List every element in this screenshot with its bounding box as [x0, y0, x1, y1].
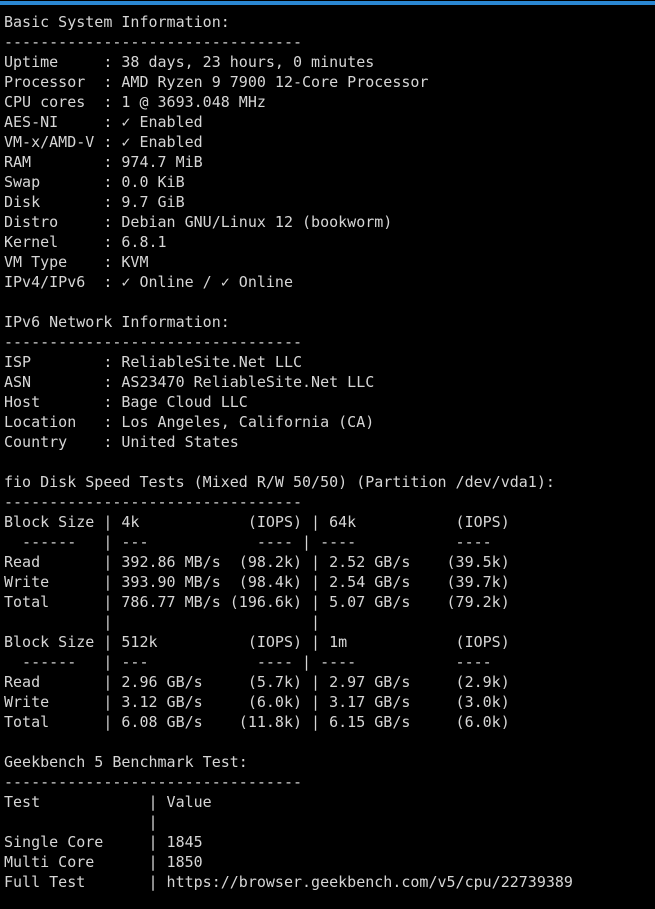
- fio-table-2-header: Block Size | 512k (IOPS) | 1m (IOPS): [4, 633, 510, 651]
- fio-table-2-row-total: Total | 6.08 GB/s (11.8k) | 6.15 GB/s (6…: [4, 713, 510, 731]
- section-heading-ipv6-network: IPv6 Network Information:: [4, 313, 230, 331]
- fio-table-1-header: Block Size | 4k (IOPS) | 64k (IOPS): [4, 513, 510, 531]
- row-aes-ni: AES-NI : ✓ Enabled: [4, 113, 203, 131]
- geekbench-row-single-core: Single Core | 1845: [4, 833, 203, 851]
- row-vm-type: VM Type : KVM: [4, 253, 149, 271]
- row-host: Host : Bage Cloud LLC: [4, 393, 248, 411]
- row-vm-x-amd-v: VM-x/AMD-V : ✓ Enabled: [4, 133, 203, 151]
- row-isp: ISP : ReliableSite.Net LLC: [4, 353, 303, 371]
- terminal-window: Basic System Information: ---------------…: [0, 0, 655, 909]
- row-ipv4-ipv6: IPv4/IPv6 : ✓ Online / ✓ Online: [4, 273, 293, 291]
- row-country: Country : United States: [4, 433, 239, 451]
- rule-geekbench: ---------------------------------: [4, 773, 303, 791]
- row-location: Location : Los Angeles, California (CA): [4, 413, 375, 431]
- fio-table-1-row-total: Total | 786.77 MB/s (196.6k) | 5.07 GB/s…: [4, 593, 510, 611]
- fio-table-2-row-write: Write | 3.12 GB/s (6.0k) | 3.17 GB/s (3.…: [4, 693, 510, 711]
- row-kernel: Kernel : 6.8.1: [4, 233, 167, 251]
- console-output[interactable]: Basic System Information: ---------------…: [4, 12, 655, 892]
- row-processor: Processor : AMD Ryzen 9 7900 12-Core Pro…: [4, 73, 429, 91]
- section-heading-fio-disk: fio Disk Speed Tests (Mixed R/W 50/50) (…: [4, 473, 555, 491]
- blank-line-1: [4, 292, 655, 312]
- section-heading-geekbench: Geekbench 5 Benchmark Test:: [4, 753, 248, 771]
- terminal-screen[interactable]: Basic System Information: ---------------…: [0, 5, 655, 909]
- geekbench-row-multi-core: Multi Core | 1850: [4, 853, 203, 871]
- row-distro: Distro : Debian GNU/Linux 12 (bookworm): [4, 213, 393, 231]
- geekbench-row-full-test[interactable]: Full Test | https://browser.geekbench.co…: [4, 872, 655, 892]
- row-swap: Swap : 0.0 KiB: [4, 173, 185, 191]
- fio-table-separator: | |: [4, 613, 321, 631]
- rule-fio-disk: ---------------------------------: [4, 493, 303, 511]
- geekbench-table-header: Test | Value: [4, 793, 212, 811]
- row-asn: ASN : AS23470 ReliableSite.Net LLC: [4, 373, 375, 391]
- row-cpu-cores: CPU cores : 1 @ 3693.048 MHz: [4, 93, 266, 111]
- blank-line-2: [4, 452, 655, 472]
- fio-table-1-dashes: ------ | --- ---- | ---- ----: [4, 533, 492, 551]
- row-ram: RAM : 974.7 MiB: [4, 153, 203, 171]
- row-uptime: Uptime : 38 days, 23 hours, 0 minutes: [4, 53, 375, 71]
- row-disk: Disk : 9.7 GiB: [4, 193, 185, 211]
- fio-table-1-row-read: Read | 392.86 MB/s (98.2k) | 2.52 GB/s (…: [4, 553, 510, 571]
- fio-table-2-row-read: Read | 2.96 GB/s (5.7k) | 2.97 GB/s (2.9…: [4, 673, 510, 691]
- section-heading-basic-system: Basic System Information:: [4, 13, 230, 31]
- geekbench-table-separator: |: [4, 813, 158, 831]
- rule-basic-system: ---------------------------------: [4, 33, 303, 51]
- rule-ipv6-network: ---------------------------------: [4, 333, 303, 351]
- fio-table-2-dashes: ------ | --- ---- | ---- ----: [4, 653, 492, 671]
- blank-line-3: [4, 732, 655, 752]
- fio-table-1-row-write: Write | 393.90 MB/s (98.4k) | 2.54 GB/s …: [4, 573, 510, 591]
